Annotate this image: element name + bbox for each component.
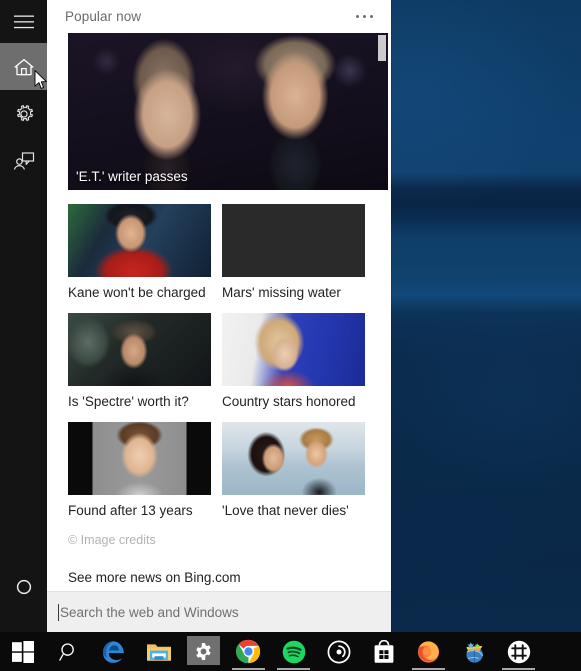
cortana-content: Popular now 'E.T.' writer passes Kane wo… [47,0,391,632]
groove-music-icon [327,640,350,663]
news-headline: Country stars honored [222,394,356,409]
scrollbar-thumb[interactable] [378,35,386,61]
news-thumbnail [68,422,211,495]
hero-image [68,33,388,190]
sidebar-item-feedback[interactable] [0,137,47,184]
search-input[interactable]: Search the web and Windows [60,605,239,620]
taskbar-settings-button[interactable] [181,632,226,671]
news-thumbnail [222,313,365,386]
news-thumbnail [222,422,365,495]
hamburger-icon [13,15,34,28]
taskbar-explorer-button[interactable] [136,632,181,671]
popular-now-header: Popular now [47,0,391,33]
ellipsis-icon-dot [363,15,366,18]
ellipsis-icon-dot [356,15,359,18]
news-scroll-area[interactable]: 'E.T.' writer passes Kane won't be charg… [47,33,391,591]
text-caret [58,603,59,621]
taskbar-snowflake-button[interactable] [496,632,541,671]
hamburger-menu-button[interactable] [0,0,47,43]
start-button[interactable] [0,632,46,671]
feedback-icon [13,151,34,170]
spotify-icon [282,640,305,663]
running-indicator [412,668,445,670]
search-icon [58,642,74,661]
see-more-news-link[interactable]: See more news on Bing.com [68,570,381,585]
running-indicator [277,668,310,670]
page-title: Popular now [65,9,142,24]
taskbar-maps-button[interactable] [451,632,496,671]
firefox-icon [417,641,440,663]
news-headline: Mars' missing water [222,285,341,300]
news-headline: Kane won't be charged [68,285,206,300]
folder-icon [146,643,171,661]
taskbar-chrome-button[interactable] [226,632,271,671]
edge-icon [102,640,124,663]
cortana-flyout: Popular now 'E.T.' writer passes Kane wo… [0,0,391,632]
taskbar-store-button[interactable] [361,632,406,671]
news-headline: 'Love that never dies' [222,503,349,518]
windows-logo-icon [12,640,34,663]
hero-caption: 'E.T.' writer passes [76,169,188,184]
taskbar [0,632,581,671]
news-tile[interactable]: 'Love that never dies' [222,422,365,519]
news-headline: Found after 13 years [68,503,193,518]
image-credits-link[interactable]: © Image credits [68,533,381,547]
cortana-rail [0,0,47,632]
news-tile[interactable]: Country stars honored [222,313,365,410]
taskbar-spotify-button[interactable] [271,632,316,671]
news-headline: Is 'Spectre' worth it? [68,394,189,409]
hero-news-tile[interactable]: 'E.T.' writer passes [68,33,388,190]
running-indicator [502,668,535,670]
news-tile[interactable]: Found after 13 years [68,422,211,519]
news-grid: Kane won't be charged Mars' missing wate… [68,204,381,531]
gear-icon [196,642,211,661]
gear-icon [16,104,33,121]
globe-star-icon [465,641,483,663]
news-tile[interactable]: Kane won't be charged [68,204,211,301]
news-thumbnail [68,204,211,277]
news-tile[interactable]: Is 'Spectre' worth it? [68,313,211,410]
taskbar-edge-button[interactable] [91,632,136,671]
taskbar-search-button[interactable] [46,632,91,671]
store-bag-icon [374,639,393,663]
news-thumbnail [68,313,211,386]
home-icon [14,58,33,75]
sidebar-item-cortana[interactable] [0,563,47,610]
ellipsis-icon-dot [370,15,373,18]
running-indicator [232,668,265,670]
news-tile[interactable]: Mars' missing water [222,204,365,301]
taskbar-groove-button[interactable] [316,632,361,671]
chrome-icon [236,639,261,664]
more-options-button[interactable] [352,9,377,24]
search-bar[interactable]: Search the web and Windows [47,591,391,632]
cortana-circle-icon [16,579,31,594]
news-thumbnail [222,204,365,277]
sidebar-item-notebook[interactable] [0,90,47,137]
snowflake-icon [507,640,530,663]
taskbar-firefox-button[interactable] [406,632,451,671]
sidebar-item-home[interactable] [0,43,47,90]
